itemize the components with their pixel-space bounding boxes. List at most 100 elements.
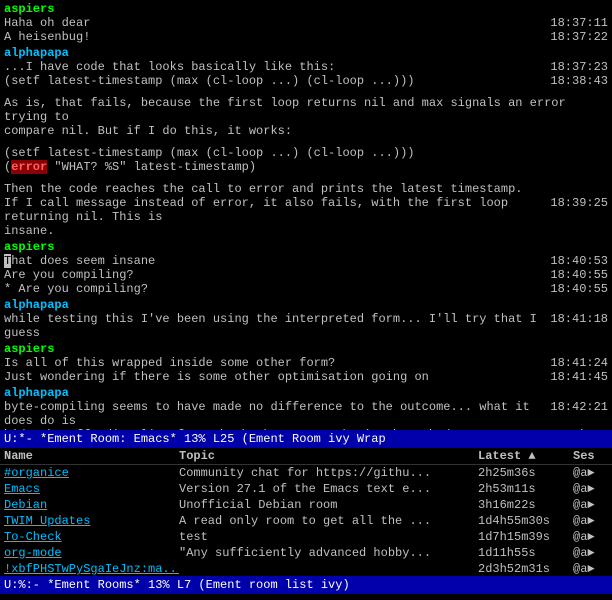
message-text: (setf latest-timestamp (max (cl-loop ...… bbox=[4, 146, 608, 160]
message-text: byte-compiling seems to have made no dif… bbox=[4, 400, 540, 428]
room-list-status-text: U:%:- *Ement Rooms* 13% L7 (Ement room l… bbox=[4, 578, 350, 592]
timestamp: 18:40:55 bbox=[550, 268, 608, 282]
message-block: alphapapa while testing this I've been u… bbox=[4, 298, 608, 340]
col-latest-header: Latest ▲ bbox=[478, 449, 573, 463]
room-topic bbox=[179, 561, 478, 576]
room-link[interactable]: !xbfPHSTwPySgaIeJnz:ma... bbox=[4, 562, 179, 576]
room-list-panel: Name Topic Latest ▲ Ses #organice Commun… bbox=[0, 448, 612, 576]
error-highlight: error bbox=[11, 160, 47, 174]
message-text: (error "WHAT? %S" latest-timestamp) bbox=[4, 160, 608, 174]
room-ses: @a► bbox=[573, 481, 608, 497]
message-block: (setf latest-timestamp (max (cl-loop ...… bbox=[4, 146, 608, 174]
timestamp: 18:37:22 bbox=[550, 30, 608, 44]
room-list-status-bar: U:%:- *Ement Rooms* 13% L7 (Ement room l… bbox=[0, 576, 612, 594]
list-item[interactable]: TWIM Updates A read only room to get all… bbox=[0, 513, 612, 529]
list-item[interactable]: #organice Community chat for https://git… bbox=[0, 465, 612, 481]
room-name: !xbfPHSTwPySgaIeJnz:ma... bbox=[4, 561, 179, 576]
author-label: alphapapa bbox=[4, 386, 69, 400]
message-line: (setf latest-timestamp (max (cl-loop ...… bbox=[4, 74, 608, 88]
timestamp: 18:40:55 bbox=[550, 282, 608, 296]
col-name-header: Name bbox=[4, 449, 179, 463]
room-link[interactable]: #organice bbox=[4, 466, 69, 480]
message-text: Just wondering if there is some other op… bbox=[4, 370, 540, 384]
room-ses: @a► bbox=[573, 529, 608, 545]
room-ses: @a► bbox=[573, 497, 608, 513]
message-line: compare nil. But if I do this, it works: bbox=[4, 124, 608, 138]
room-name: TWIM Updates bbox=[4, 513, 179, 529]
message-block: alphapapa ...I have code that looks basi… bbox=[4, 46, 608, 88]
message-line: A heisenbug! 18:37:22 bbox=[4, 30, 608, 44]
room-latest: 3h16m22s bbox=[478, 497, 573, 513]
list-item[interactable]: Debian Unofficial Debian room 3h16m22s @… bbox=[0, 497, 612, 513]
author-label: aspiers bbox=[4, 240, 54, 254]
message-line: insane. bbox=[4, 224, 608, 238]
message-line: byte-compiling seems to have made no dif… bbox=[4, 400, 608, 428]
message-text: hide the offending line from the backtra… bbox=[4, 428, 608, 430]
chat-status-bar: U:*- *Ement Room: Emacs* 13% L25 (Ement … bbox=[0, 430, 612, 448]
room-topic: "Any sufficiently advanced hobby... bbox=[179, 545, 478, 561]
room-name: To-Check bbox=[4, 529, 179, 545]
message-line: As is, that fails, because the first loo… bbox=[4, 96, 608, 124]
message-block: alphapapa byte-compiling seems to have m… bbox=[4, 386, 608, 430]
message-block: aspiers Is all of this wrapped inside so… bbox=[4, 342, 608, 384]
timestamp: 18:37:11 bbox=[550, 16, 608, 30]
message-text: A heisenbug! bbox=[4, 30, 540, 44]
message-text: If I call message instead of error, it a… bbox=[4, 196, 540, 224]
timestamp: 18:38:43 bbox=[550, 74, 608, 88]
room-link[interactable]: Debian bbox=[4, 498, 47, 512]
message-block: As is, that fails, because the first loo… bbox=[4, 96, 608, 138]
col-topic-header: Topic bbox=[179, 449, 478, 463]
room-link[interactable]: Emacs bbox=[4, 482, 40, 496]
timestamp: 18:41:18 bbox=[550, 312, 608, 340]
room-topic: test bbox=[179, 529, 478, 545]
message-text: That does seem insane bbox=[4, 254, 540, 268]
message-text: * Are you compiling? bbox=[4, 282, 540, 296]
message-text: Haha oh dear bbox=[4, 16, 540, 30]
message-line: while testing this I've been using the i… bbox=[4, 312, 608, 340]
list-item[interactable]: !xbfPHSTwPySgaIeJnz:ma... 2d3h52m31s @a► bbox=[0, 561, 612, 576]
room-ses: @a► bbox=[573, 545, 608, 561]
room-latest: 1d4h55m30s bbox=[478, 513, 573, 529]
author-label: alphapapa bbox=[4, 46, 69, 60]
message-line: (setf latest-timestamp (max (cl-loop ...… bbox=[4, 146, 608, 160]
room-list-header: Name Topic Latest ▲ Ses bbox=[0, 448, 612, 465]
room-topic: A read only room to get all the ... bbox=[179, 513, 478, 529]
chat-panel: aspiers Haha oh dear 18:37:11 A heisenbu… bbox=[0, 0, 612, 430]
message-line: Then the code reaches the call to error … bbox=[4, 182, 608, 196]
room-ses: @a► bbox=[573, 513, 608, 529]
timestamp: 18:39:25 bbox=[550, 196, 608, 224]
list-item[interactable]: org-mode "Any sufficiently advanced hobb… bbox=[0, 545, 612, 561]
chat-status-text: U:*- *Ement Room: Emacs* 13% L25 (Ement … bbox=[4, 432, 386, 446]
room-link[interactable]: org-mode bbox=[4, 546, 62, 560]
timestamp: 18:41:24 bbox=[550, 356, 608, 370]
author-label: aspiers bbox=[4, 2, 54, 16]
author-label: aspiers bbox=[4, 342, 54, 356]
message-line: That does seem insane 18:40:53 bbox=[4, 254, 608, 268]
list-item[interactable]: Emacs Version 27.1 of the Emacs text e..… bbox=[0, 481, 612, 497]
room-link[interactable]: To-Check bbox=[4, 530, 62, 544]
message-text: while testing this I've been using the i… bbox=[4, 312, 540, 340]
message-text: insane. bbox=[4, 224, 608, 238]
room-ses: @a► bbox=[573, 561, 608, 576]
room-latest: 2d3h52m31s bbox=[478, 561, 573, 576]
message-text: compare nil. But if I do this, it works: bbox=[4, 124, 608, 138]
room-latest: 1d7h15m39s bbox=[478, 529, 573, 545]
room-latest: 2h53m11s bbox=[478, 481, 573, 497]
message-text: Then the code reaches the call to error … bbox=[4, 182, 608, 196]
timestamp: 18:40:53 bbox=[550, 254, 608, 268]
message-line: Just wondering if there is some other op… bbox=[4, 370, 608, 384]
message-line: ...I have code that looks basically like… bbox=[4, 60, 608, 74]
message-line: If I call message instead of error, it a… bbox=[4, 196, 608, 224]
list-item[interactable]: To-Check test 1d7h15m39s @a► bbox=[0, 529, 612, 545]
timestamp: 18:41:45 bbox=[550, 370, 608, 384]
col-ses-header: Ses bbox=[573, 449, 608, 463]
message-line: Is all of this wrapped inside some other… bbox=[4, 356, 608, 370]
room-topic: Unofficial Debian room bbox=[179, 497, 478, 513]
message-text: Is all of this wrapped inside some other… bbox=[4, 356, 540, 370]
room-name: Emacs bbox=[4, 481, 179, 497]
message-line: Haha oh dear 18:37:11 bbox=[4, 16, 608, 30]
room-link[interactable]: TWIM Updates bbox=[4, 514, 90, 528]
message-text: ...I have code that looks basically like… bbox=[4, 60, 540, 74]
message-line: (error "WHAT? %S" latest-timestamp) bbox=[4, 160, 608, 174]
room-name: Debian bbox=[4, 497, 179, 513]
